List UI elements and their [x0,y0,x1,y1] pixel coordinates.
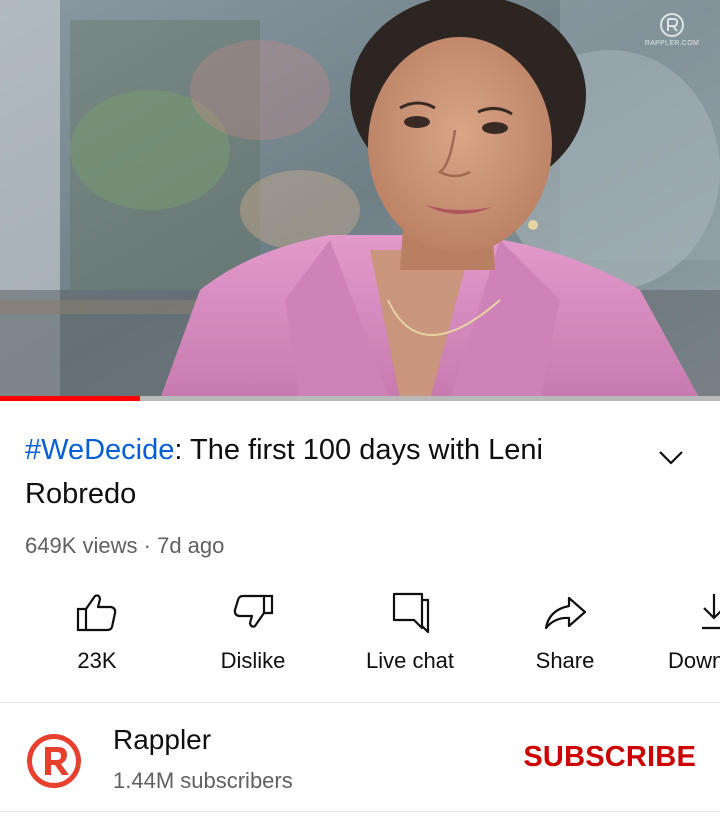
download-label: Down [668,648,720,673]
video-progress-bar[interactable] [0,396,720,401]
video-player[interactable]: RAPPLER.COM [0,0,720,399]
rappler-watermark-icon [660,13,684,37]
share-button[interactable]: Share [495,588,635,684]
video-meta: 649K views · 7d ago [25,533,224,559]
thumbs-down-icon [233,594,274,628]
expand-description-button[interactable] [654,440,688,474]
video-progress-fill [0,396,141,401]
dislike-label: Dislike [220,648,286,673]
rappler-logo-icon[interactable] [25,732,83,790]
watermark-text: RAPPLER.COM [644,40,700,47]
hashtag-link[interactable]: #WeDecide [25,434,174,466]
rappler-watermark: RAPPLER.COM [642,12,702,47]
video-title[interactable]: #WeDecide: The first 100 days with Leni … [25,428,635,516]
live-chat-button[interactable]: Live chat [340,588,480,684]
action-bar: 23K Dislike Live chat Share Down [0,588,720,688]
download-icon [702,594,720,630]
share-icon [544,596,587,630]
download-button[interactable]: Down [650,588,720,684]
live-chat-label: Live chat [365,648,455,673]
meta-separator: · [143,533,151,558]
subscribe-button[interactable]: SUBSCRIBE [523,741,696,774]
channel-name[interactable]: Rappler [113,724,211,756]
share-label: Share [535,648,595,673]
divider-top [0,702,720,703]
chevron-down-icon [659,451,683,465]
like-count: 23K [77,648,117,673]
channel-row[interactable]: Rappler 1.44M subscribers SUBSCRIBE [0,705,720,810]
divider-bottom [0,811,720,812]
video-frame [0,0,720,399]
live-chat-icon [392,592,430,634]
view-count: 649K views [25,533,138,558]
like-button[interactable]: 23K [27,588,167,684]
thumbs-up-icon [76,594,117,632]
dislike-button[interactable]: Dislike [183,588,323,684]
subscriber-count: 1.44M subscribers [113,768,293,793]
upload-age: 7d ago [157,533,225,558]
